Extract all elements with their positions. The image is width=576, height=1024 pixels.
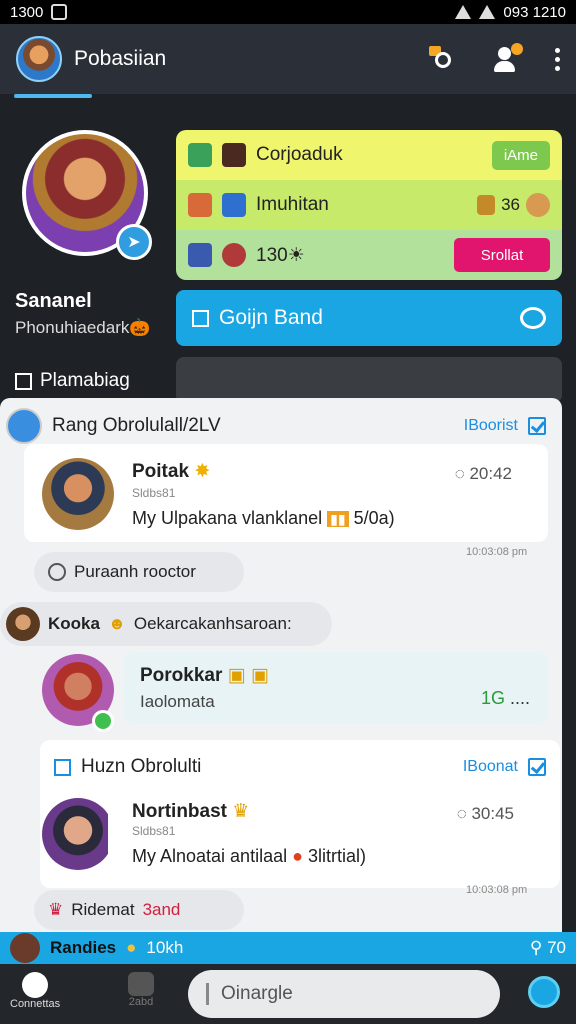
- ribbon-count: ⚲ 70: [529, 938, 566, 957]
- check-icon[interactable]: [528, 758, 546, 776]
- ribbon-avatar: [10, 933, 40, 963]
- bottom-ribbon[interactable]: Randies ● 10kh ⚲ 70: [0, 932, 576, 964]
- post-time: ◌ 30:45: [456, 804, 514, 823]
- shield-icon: [222, 193, 246, 217]
- location-pin-icon[interactable]: [528, 976, 560, 1008]
- join-band-button[interactable]: Goijn Band: [176, 290, 562, 346]
- band-icon: [192, 309, 209, 327]
- nav-second[interactable]: 2abd: [128, 972, 154, 1008]
- cursor-icon: [206, 983, 209, 1005]
- gem-icon: [188, 143, 212, 167]
- chest-icon: [222, 143, 246, 167]
- status-time-left: 1300: [10, 3, 44, 21]
- app-title: Pobasiian: [74, 47, 167, 70]
- post-header: Huzn Obrolulti IBoonat: [54, 756, 546, 778]
- online-badge: [92, 710, 114, 732]
- author-avatar[interactable]: [42, 798, 114, 870]
- app-bar: Pobasiian: [0, 24, 576, 94]
- group-icon: [54, 758, 71, 776]
- compose-input[interactable]: Oinargle: [188, 970, 500, 1018]
- check-icon[interactable]: [528, 417, 546, 435]
- author-name: Nortinbast ♛: [132, 801, 250, 822]
- post-text: My Alnoatai antilaal ● 3litrtial): [132, 846, 367, 866]
- feed: Rang Obrolulall/2LV IBoorist Poitak ✸ Sl…: [0, 398, 562, 934]
- status-row[interactable]: Imuhitan 36: [176, 180, 562, 230]
- crystal-icon: [188, 243, 212, 267]
- post-card[interactable]: Nortinbast ♛ Sldbs81 My Alnoatai antilaa…: [108, 788, 548, 880]
- trophy-icon: [477, 195, 496, 215]
- status-pill[interactable]: Srollat: [454, 238, 550, 272]
- post-header: Rang Obrolulall/2LV IBoorist: [6, 408, 546, 444]
- bag-icon: [128, 972, 154, 996]
- empty-panel: [176, 357, 562, 403]
- status-bar: 1300 093 1210: [0, 0, 576, 24]
- profile-name: Sananel: [15, 290, 92, 312]
- more-menu-icon[interactable]: [555, 47, 560, 71]
- face-icon: [526, 193, 550, 217]
- user-avatar[interactable]: [16, 36, 62, 82]
- status-card-stack: Corjoaduk iAme Imuhitan 36 130☀ Srollat: [176, 130, 562, 280]
- chat-icon: [520, 307, 546, 329]
- post-card[interactable]: Porokkar ▣ ▣ Iaolomata 1G ....: [124, 652, 548, 724]
- wifi-icon: [479, 5, 496, 19]
- nav-home[interactable]: Connettas: [10, 972, 60, 1010]
- character-icon: [188, 193, 212, 217]
- author-avatar[interactable]: [42, 458, 114, 530]
- author-name: Poitak ✸: [132, 461, 211, 482]
- author-meta: Sldbs81: [132, 824, 176, 838]
- search-icon[interactable]: [429, 46, 455, 72]
- post-text: My Ulpakana vlanklanel ▮▮ 5/0a): [132, 508, 395, 528]
- playback-item[interactable]: Plamabiag: [15, 370, 130, 392]
- chat-avatar[interactable]: [6, 607, 40, 641]
- signal-icon: [455, 5, 472, 19]
- status-pill[interactable]: iAme: [491, 140, 550, 170]
- share-badge-icon[interactable]: ➤: [116, 224, 152, 260]
- status-row[interactable]: 130☀ Srollat: [176, 230, 562, 280]
- tab-indicator: [14, 94, 92, 98]
- author-name: Porokkar ▣ ▣: [140, 665, 269, 686]
- coin-icon: ●: [126, 938, 137, 957]
- reaction-pill[interactable]: ♛ Ridemat 3and: [34, 890, 244, 930]
- status-time-right: 093 1210: [503, 3, 566, 21]
- inline-chat[interactable]: Kooka ☻ Oekarcakanhsaroan:: [0, 602, 332, 646]
- author-meta: Sldbs81: [132, 486, 176, 500]
- smile-icon: ☻: [107, 614, 126, 633]
- leaf-icon: [48, 563, 66, 581]
- bottom-nav: Connettas 2abd Oinargle: [0, 964, 576, 1024]
- boost-link[interactable]: IBoonat: [463, 758, 518, 776]
- crown-icon: ♛: [48, 900, 64, 919]
- playlist-icon: [15, 372, 32, 390]
- boost-link[interactable]: IBoorist: [464, 417, 518, 435]
- post-count: 1G ....: [480, 688, 530, 708]
- add-friend-icon[interactable]: [491, 43, 523, 73]
- orb-icon: [222, 243, 246, 267]
- home-icon: [22, 972, 49, 998]
- pumpkin-icon: 🎃: [129, 318, 151, 337]
- profile-subtitle: Phonuhiaedark🎃: [15, 318, 151, 337]
- status-row[interactable]: Corjoaduk iAme: [176, 130, 562, 180]
- post-time: ◌ 20:42: [454, 464, 512, 483]
- notification-icon: [51, 4, 68, 20]
- post-subtitle: Iaolomata: [140, 692, 215, 711]
- reaction-pill[interactable]: Puraanh rooctor: [34, 552, 244, 592]
- group-avatar[interactable]: [6, 408, 42, 444]
- post-card[interactable]: Poitak ✸ Sldbs81 My Ulpakana vlanklanel …: [24, 444, 548, 542]
